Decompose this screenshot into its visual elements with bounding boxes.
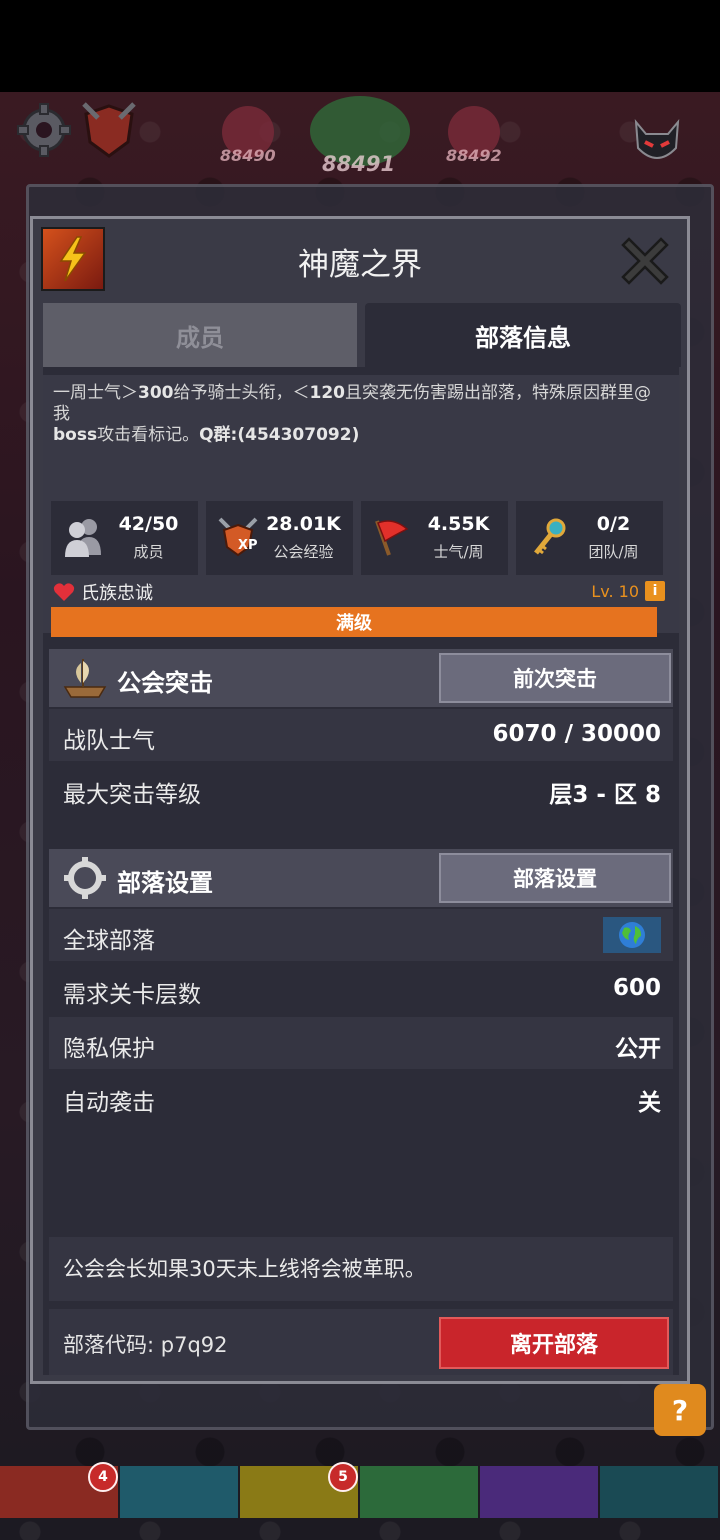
clan-loyalty: 氏族忠诚	[53, 579, 153, 605]
settings-row-auto-raid: 自动袭击 关	[49, 1071, 673, 1123]
stat-label: 公会经验	[273, 543, 334, 561]
stat-team-raids[interactable]: 0/2 团队/周	[516, 501, 663, 575]
xp-shield-icon: XP	[218, 517, 258, 557]
gear-icon[interactable]	[16, 102, 72, 158]
row-value: 公开	[615, 1036, 661, 1062]
clan-stats: 42/50 成员 XP 28.01K 公会经验 4.55K 士气/周 0/2 团…	[51, 501, 663, 575]
bottom-slot-pet[interactable]	[360, 1466, 478, 1518]
description-text: 攻击看标记。	[97, 425, 200, 445]
row-key: 最大突击等级	[63, 782, 201, 808]
settings-row-global: 全球部落	[49, 909, 673, 961]
clan-code: 部落代码: p7q92	[63, 1333, 228, 1357]
ship-icon	[63, 659, 107, 698]
close-icon[interactable]	[621, 237, 669, 285]
stat-value: 28.01K	[266, 513, 341, 535]
help-button[interactable]: ?	[654, 1384, 706, 1436]
stat-label: 成员	[133, 543, 164, 561]
loyalty-label: 氏族忠诚	[81, 583, 153, 604]
stage-number-right: 88492	[446, 146, 502, 165]
stat-label: 团队/周	[588, 543, 639, 561]
flag-icon	[375, 520, 409, 556]
bottom-slot-heart[interactable]	[480, 1466, 598, 1518]
bottom-slot-helmet[interactable]	[120, 1466, 238, 1518]
row-value: 层3 - 区 8	[549, 782, 661, 808]
raid-section-header: 公会突击 前次突击	[49, 649, 673, 707]
heart-icon	[53, 583, 75, 601]
stage-number-center: 88491	[322, 152, 396, 176]
raid-row-max-level: 最大突击等级 层3 - 区 8	[49, 763, 673, 815]
tab-members[interactable]: 成员	[43, 303, 357, 367]
settings-section-title: 部落设置	[117, 869, 213, 897]
level-text: Lv. 10	[591, 581, 639, 601]
settings-row-privacy: 隐私保护 公开	[49, 1017, 673, 1069]
raid-row-morale: 战队士气 6070 / 30000	[49, 709, 673, 761]
clan-info-box: 一周士气＞300给予骑士头衔，＜120且突袭无伤害踢出部落，特殊原因群里@我 b…	[43, 375, 679, 637]
stat-label: 士气/周	[433, 543, 484, 561]
leave-clan-button[interactable]: 离开部落	[439, 1317, 669, 1369]
row-key: 战队士气	[63, 728, 155, 754]
clan-level: Lv. 10 i	[591, 581, 665, 601]
tab-clan-info[interactable]: 部落信息	[365, 303, 681, 367]
notification-badge: 5	[328, 1462, 358, 1492]
settings-section-header: 部落设置 部落设置	[49, 849, 673, 907]
stat-guild-xp[interactable]: XP 28.01K 公会经验	[206, 501, 353, 575]
leader-notice: 公会会长如果30天未上线将会被革职。	[49, 1237, 673, 1301]
description-text: 120	[309, 383, 346, 403]
row-value: 6070 / 30000	[492, 721, 661, 747]
row-key: 自动袭击	[63, 1090, 155, 1116]
stat-members[interactable]: 42/50 成员	[51, 501, 198, 575]
stat-value: 4.55K	[427, 513, 490, 535]
info-icon[interactable]: i	[645, 581, 665, 601]
dialog-title: 神魔之界	[298, 247, 422, 283]
settings-row-required-stage: 需求关卡层数 600	[49, 963, 673, 1015]
globe-icon	[603, 917, 661, 953]
key-icon	[534, 518, 566, 555]
svg-text:XP: XP	[238, 538, 258, 553]
row-value: 关	[638, 1090, 661, 1116]
row-value: 600	[612, 975, 661, 1001]
description-text: boss	[53, 425, 98, 445]
row-key: 隐私保护	[63, 1036, 155, 1062]
description-text: 一周士气＞	[53, 383, 138, 403]
stat-morale[interactable]: 4.55K 士气/周	[361, 501, 508, 575]
progress-label: 满级	[336, 613, 372, 634]
description-text: Q群:(454307092)	[199, 425, 360, 445]
loyalty-progress-bar: 满级	[51, 607, 657, 637]
previous-raid-button[interactable]: 前次突击	[439, 653, 671, 703]
row-key: 全球部落	[63, 928, 155, 954]
bottom-slot-chest[interactable]	[600, 1466, 718, 1518]
members-icon	[65, 519, 101, 557]
clan-description: 一周士气＞300给予骑士头衔，＜120且突袭无伤害踢出部落，特殊原因群里@我 b…	[53, 383, 665, 446]
notification-badge: 4	[88, 1462, 118, 1492]
clan-footer: 部落代码: p7q92 离开部落	[49, 1309, 673, 1375]
clan-dialog: 神魔之界 成员 部落信息 一周士气＞300给予骑士头衔，＜120且突袭无伤害踢出…	[30, 216, 690, 1384]
clan-shield-icon[interactable]	[80, 100, 138, 160]
stat-value: 0/2	[596, 513, 631, 535]
description-text: 给予骑士头衔，＜	[173, 383, 310, 403]
gear-icon	[64, 857, 106, 899]
row-key: 需求关卡层数	[63, 982, 201, 1008]
clan-settings-button[interactable]: 部落设置	[439, 853, 671, 903]
clan-info-content: 一周士气＞300给予骑士头衔，＜120且突袭无伤害踢出部落，特殊原因群里@我 b…	[43, 367, 679, 1375]
raid-section-title: 公会突击	[117, 669, 213, 697]
stat-value: 42/50	[118, 513, 179, 535]
demon-icon[interactable]	[630, 118, 684, 168]
stage-number-left: 88490	[220, 146, 276, 165]
description-text: 300	[138, 383, 174, 403]
